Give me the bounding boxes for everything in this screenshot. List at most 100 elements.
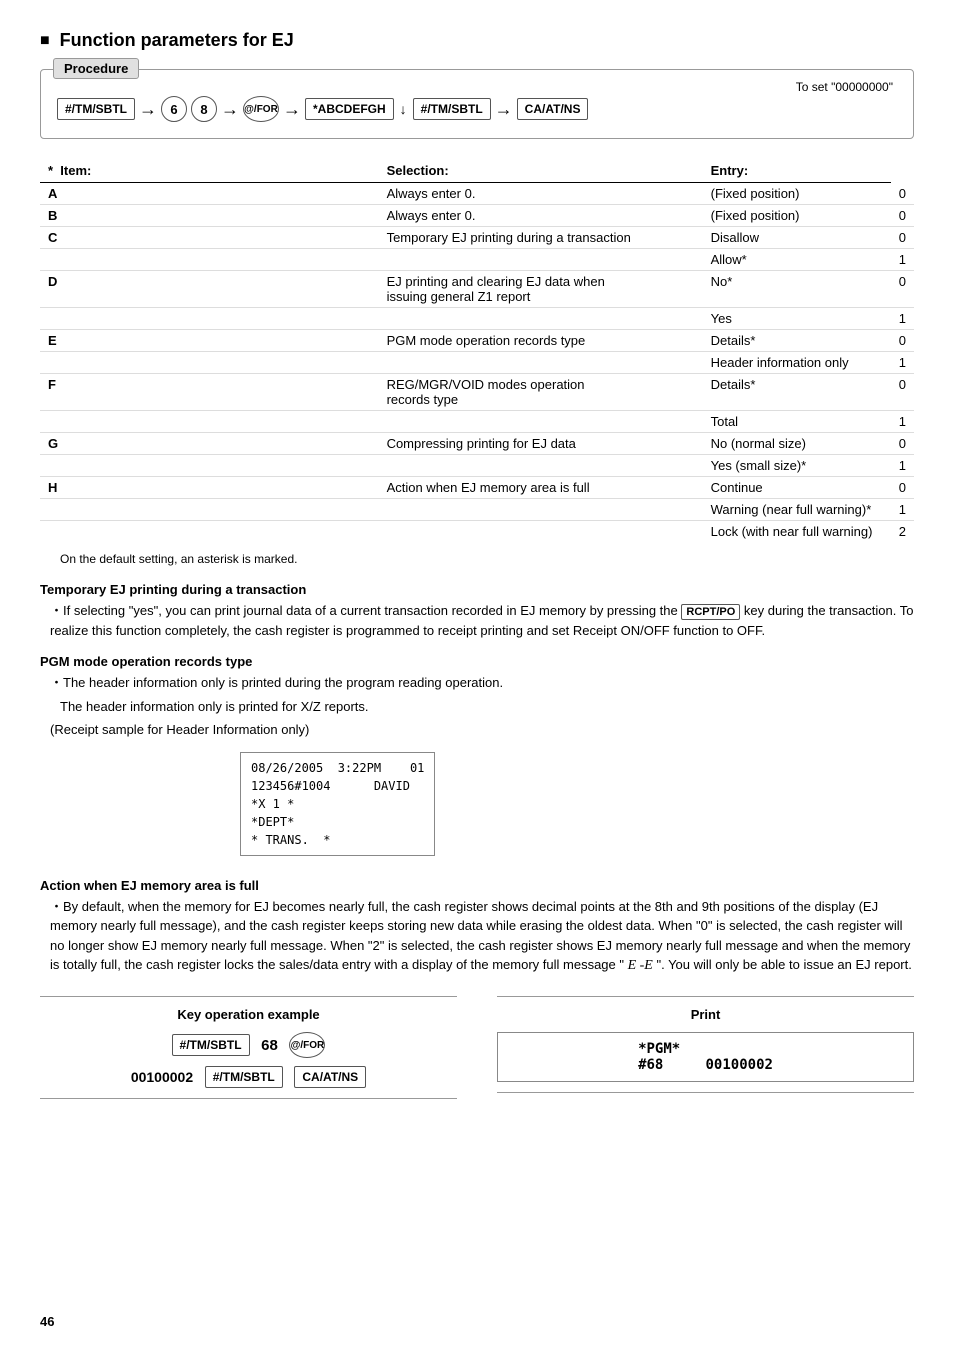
- key-op-flow2: 00100002 #/TM/SBTL CA/AT/NS: [40, 1066, 457, 1088]
- table-cell-letter: D: [40, 271, 379, 308]
- subsection-pgm-mode-p3: (Receipt sample for Header Information o…: [50, 720, 914, 740]
- table-cell-entry: 0: [891, 271, 914, 308]
- rcptpo-key: RCPT/PO: [681, 604, 740, 620]
- key-op-68: 68: [261, 1037, 278, 1054]
- table-row: Lock (with near full warning)2: [40, 521, 914, 543]
- table-row: Yes (small size)*1: [40, 455, 914, 477]
- table-cell-item: EJ printing and clearing EJ data wheniss…: [379, 271, 703, 308]
- print-receipt-content: *PGM* #68 00100002: [638, 1041, 773, 1073]
- table-cell-entry: 0: [891, 183, 914, 205]
- table-cell-letter: [40, 249, 379, 271]
- table-cell-letter: E: [40, 330, 379, 352]
- table-row: EPGM mode operation records typeDetails*…: [40, 330, 914, 352]
- procedure-label: Procedure: [53, 58, 139, 79]
- table-cell-item: [379, 521, 703, 543]
- key-op-sp4: [287, 1070, 291, 1085]
- table-cell-letter: A: [40, 183, 379, 205]
- procedure-flow: #/TM/SBTL → 6 8 → @/FOR → *ABCDEFGH ↓ #/…: [57, 96, 897, 122]
- key-op-code: 00100002: [131, 1069, 193, 1085]
- receipt-sample: 08/26/2005 3:22PM 01 123456#1004 DAVID *…: [240, 752, 435, 856]
- key-htm-sbtl-2: #/TM/SBTL: [413, 98, 491, 120]
- table-cell-letter: G: [40, 433, 379, 455]
- col-header-item: * Item:: [40, 159, 379, 183]
- subsection-temp-ej-p1: ・If selecting "yes", you can print journ…: [50, 601, 914, 640]
- arrow-down: ↓: [400, 101, 407, 117]
- table-cell-letter: [40, 521, 379, 543]
- table-cell-item: Temporary EJ printing during a transacti…: [379, 227, 703, 249]
- table-cell-letter: [40, 352, 379, 374]
- key-6: 6: [161, 96, 187, 122]
- table-cell-entry: 1: [891, 499, 914, 521]
- print-receipt: *PGM* #68 00100002: [497, 1032, 914, 1082]
- table-row: HAction when EJ memory area is fullConti…: [40, 477, 914, 499]
- table-cell-selection: Header information only: [703, 352, 891, 374]
- table-cell-selection: Details*: [703, 374, 891, 411]
- table-cell-entry: 0: [891, 433, 914, 455]
- key-op-flow1: #/TM/SBTL 68 @/FOR: [40, 1032, 457, 1058]
- table-cell-item: REG/MGR/VOID modes operationrecords type: [379, 374, 703, 411]
- table-cell-entry: 0: [891, 205, 914, 227]
- arrow-3: →: [283, 99, 301, 120]
- key-abcdefgh: *ABCDEFGH: [305, 98, 394, 120]
- subsection-pgm-mode-title: PGM mode operation records type: [40, 654, 914, 669]
- table-cell-item: [379, 352, 703, 374]
- procedure-section: Procedure To set "00000000" #/TM/SBTL → …: [40, 69, 914, 139]
- subsection-pgm-mode-p1: ・The header information only is printed …: [50, 673, 914, 693]
- table-cell-selection: (Fixed position): [703, 205, 891, 227]
- table-cell-selection: Continue: [703, 477, 891, 499]
- table-row: Header information only1: [40, 352, 914, 374]
- table-cell-letter: [40, 308, 379, 330]
- table-row: GCompressing printing for EJ dataNo (nor…: [40, 433, 914, 455]
- subsection-action-ej: Action when EJ memory area is full ・By d…: [40, 878, 914, 977]
- key-op-title: Key operation example: [40, 1007, 457, 1022]
- table-row: DEJ printing and clearing EJ data whenis…: [40, 271, 914, 308]
- table-cell-letter: [40, 411, 379, 433]
- table-cell-letter: B: [40, 205, 379, 227]
- table-cell-item: [379, 308, 703, 330]
- col-header-selection: Selection:: [379, 159, 703, 183]
- table-cell-item: Compressing printing for EJ data: [379, 433, 703, 455]
- key-op-sp3: [197, 1070, 201, 1085]
- table-cell-selection: Disallow: [703, 227, 891, 249]
- table-cell-letter: C: [40, 227, 379, 249]
- table-cell-entry: 0: [891, 330, 914, 352]
- section-title: Function parameters for EJ: [40, 30, 914, 51]
- table-cell-entry: 1: [891, 308, 914, 330]
- table-cell-entry: 1: [891, 455, 914, 477]
- table-cell-item: PGM mode operation records type: [379, 330, 703, 352]
- table-cell-selection: Yes (small size)*: [703, 455, 891, 477]
- print-line-2: #68 00100002: [638, 1057, 773, 1073]
- table-cell-selection: No*: [703, 271, 891, 308]
- table-row: AAlways enter 0.(Fixed position)0: [40, 183, 914, 205]
- print-title: Print: [497, 1007, 914, 1022]
- table-cell-entry: 0: [891, 227, 914, 249]
- procedure-note: To set "00000000": [796, 80, 893, 94]
- key-print-section: Key operation example #/TM/SBTL 68 @/FOR…: [40, 996, 914, 1099]
- subsection-pgm-mode-p2: The header information only is printed f…: [60, 697, 914, 717]
- subsection-pgm-mode: PGM mode operation records type ・The hea…: [40, 654, 914, 864]
- table-cell-selection: Details*: [703, 330, 891, 352]
- table-cell-entry: 2: [891, 521, 914, 543]
- table-cell-letter: F: [40, 374, 379, 411]
- table-cell-selection: Yes: [703, 308, 891, 330]
- arrow-1: →: [139, 99, 157, 120]
- asterisk-note: On the default setting, an asterisk is m…: [40, 552, 914, 566]
- key-for: @/FOR: [243, 96, 279, 122]
- key-op-space: [254, 1038, 258, 1053]
- key-op-ca-at-ns: CA/AT/NS: [294, 1066, 366, 1088]
- table-cell-letter: H: [40, 477, 379, 499]
- table-cell-entry: 0: [891, 374, 914, 411]
- table-cell-entry: 1: [891, 352, 914, 374]
- key-op-for: @/FOR: [289, 1032, 325, 1058]
- table-cell-item: Action when EJ memory area is full: [379, 477, 703, 499]
- subsection-action-ej-title: Action when EJ memory area is full: [40, 878, 914, 893]
- page-number: 46: [40, 1314, 54, 1329]
- key-op-htm-sbtl-2: #/TM/SBTL: [205, 1066, 283, 1088]
- print-line-1: *PGM*: [638, 1041, 773, 1057]
- key-op-htm-sbtl: #/TM/SBTL: [172, 1034, 250, 1056]
- table-row: CTemporary EJ printing during a transact…: [40, 227, 914, 249]
- table-cell-item: [379, 455, 703, 477]
- table-cell-entry: 1: [891, 249, 914, 271]
- key-operation-box: Key operation example #/TM/SBTL 68 @/FOR…: [40, 996, 457, 1099]
- table-cell-selection: (Fixed position): [703, 183, 891, 205]
